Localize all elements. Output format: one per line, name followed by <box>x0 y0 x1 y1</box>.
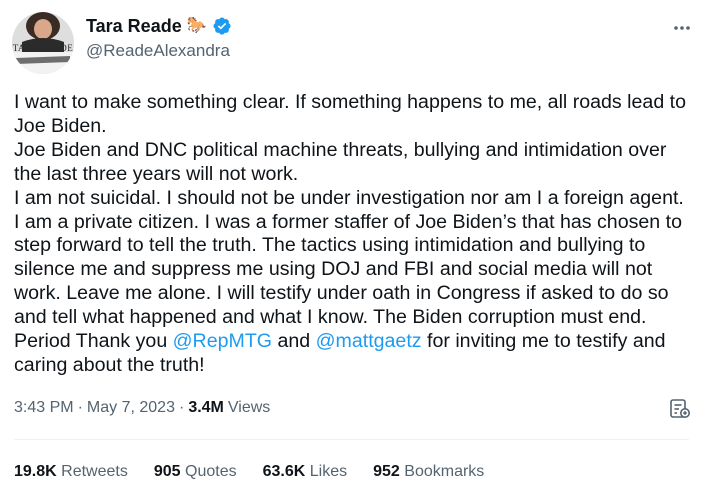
quotes-stat[interactable]: 905 Quotes <box>154 463 237 481</box>
analytics-icon[interactable] <box>668 397 692 421</box>
likes-stat[interactable]: 63.6K Likes <box>263 463 348 481</box>
avatar-caption: TARA READE <box>12 43 74 53</box>
tweet-meta: 3:43 PM · May 7, 2023 · 3.4M Views <box>14 399 270 417</box>
meta-separator: · <box>77 399 83 416</box>
more-horizontal-icon[interactable] <box>672 18 692 38</box>
bookmarks-stat[interactable]: 952 Bookmarks <box>373 463 484 481</box>
mention-repmtg[interactable]: @RepMTG <box>173 330 272 352</box>
retweets-count: 19.8K <box>14 463 57 480</box>
author-display-name[interactable]: Tara Reade <box>86 15 182 37</box>
bookmarks-count: 952 <box>373 463 400 480</box>
likes-count: 63.6K <box>262 463 306 480</box>
tweet-date[interactable]: May 7, 2023 <box>87 399 175 417</box>
quotes-count: 905 <box>153 463 181 480</box>
quotes-label: Quotes <box>185 463 237 480</box>
tweet-text: I want to make something clear. If somet… <box>14 91 694 378</box>
horse-emoji: 🐎 <box>186 17 207 34</box>
tweet-text-part-2: and <box>272 330 316 353</box>
avatar[interactable]: TARA READE <box>12 12 74 74</box>
author-name-row: Tara Reade 🐎 <box>86 15 232 37</box>
views-count: 3.4M <box>188 399 224 416</box>
meta-separator-2: · <box>178 399 185 416</box>
retweets-stat[interactable]: 19.8K Retweets <box>14 463 128 481</box>
likes-label: Likes <box>309 463 348 480</box>
tweet-stats: 19.8K Retweets 905 Quotes 63.6K Likes 95… <box>14 463 510 481</box>
tweet-text-part-1: I want to make something clear. If somet… <box>14 91 687 353</box>
retweets-label: Retweets <box>61 463 128 480</box>
author-handle[interactable]: @ReadeAlexandra <box>86 41 230 61</box>
bookmarks-label: Bookmarks <box>404 463 485 480</box>
views-label: Views <box>227 399 271 416</box>
tweet-time[interactable]: 3:43 PM <box>14 399 74 417</box>
mention-mattgaetz[interactable]: @mattgaetz <box>316 330 422 352</box>
verified-badge-icon[interactable] <box>212 16 232 36</box>
divider <box>14 439 689 440</box>
